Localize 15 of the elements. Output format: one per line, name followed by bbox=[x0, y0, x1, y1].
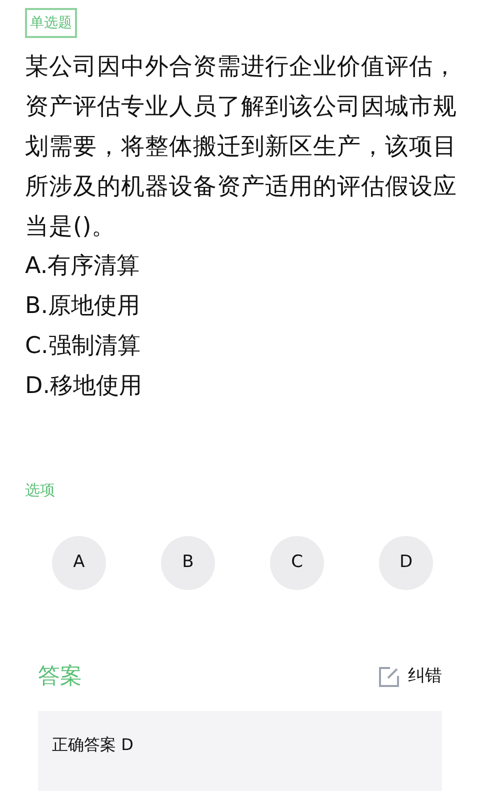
option-text: D.移地使用 bbox=[25, 372, 144, 401]
answer-title: 答案 bbox=[38, 663, 82, 691]
report-error-button[interactable]: 纠错 bbox=[378, 664, 442, 690]
choice-button[interactable]: C bbox=[270, 536, 324, 590]
edit-icon bbox=[378, 666, 400, 688]
option-text: B.原地使用 bbox=[25, 292, 142, 321]
question-text: 某公司因中外合资需进行企业价值评估，资产评估专业人员了解到该公司因城市规划需要，将整体搬迁到新区生产，该项目所涉及的机器设备资产适用的评估假设应当是()。 bbox=[25, 51, 458, 242]
correct-answer-text: 正确答案 D bbox=[52, 735, 134, 754]
option-text: A.有序清算 bbox=[25, 252, 141, 281]
choice-button[interactable]: B bbox=[161, 536, 215, 590]
option-text: C.强制清算 bbox=[25, 332, 142, 361]
choice-button[interactable]: D bbox=[379, 536, 433, 590]
question-type-tag: 单选题 bbox=[25, 8, 77, 38]
section-label: 选项 bbox=[25, 481, 55, 499]
choice-button[interactable]: A bbox=[52, 536, 106, 590]
